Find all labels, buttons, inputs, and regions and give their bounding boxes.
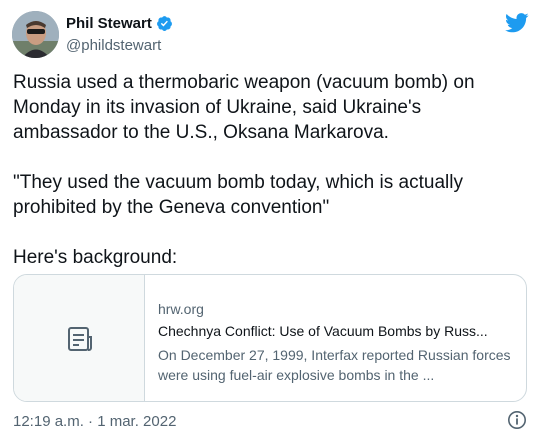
tweet-text: Russia used a thermobaric weapon (vacuum…	[13, 72, 475, 268]
info-icon[interactable]	[507, 410, 527, 430]
author-name-row: Phil Stewart	[66, 15, 173, 32]
link-domain: hrw.org	[158, 301, 204, 317]
author-handle[interactable]: @phildstewart	[66, 37, 161, 54]
link-description: On December 27, 1999, Interfax reported …	[158, 347, 511, 383]
link-preview-card[interactable]: hrw.org Chechnya Conflict: Use of Vacuum…	[13, 274, 527, 402]
link-title: Chechnya Conflict: Use of Vacuum Bombs b…	[158, 323, 488, 339]
tweet-card: Phil Stewart @phildstewart Russia used a…	[0, 0, 542, 442]
avatar[interactable]	[12, 11, 59, 58]
author-name[interactable]: Phil Stewart	[66, 15, 152, 32]
link-thumbnail	[14, 275, 145, 401]
twitter-bird-icon[interactable]	[505, 13, 529, 33]
document-icon	[66, 325, 94, 353]
tweet-timestamp[interactable]: 12:19 a.m. · 1 mar. 2022	[13, 413, 176, 430]
verified-badge-icon	[156, 15, 173, 32]
